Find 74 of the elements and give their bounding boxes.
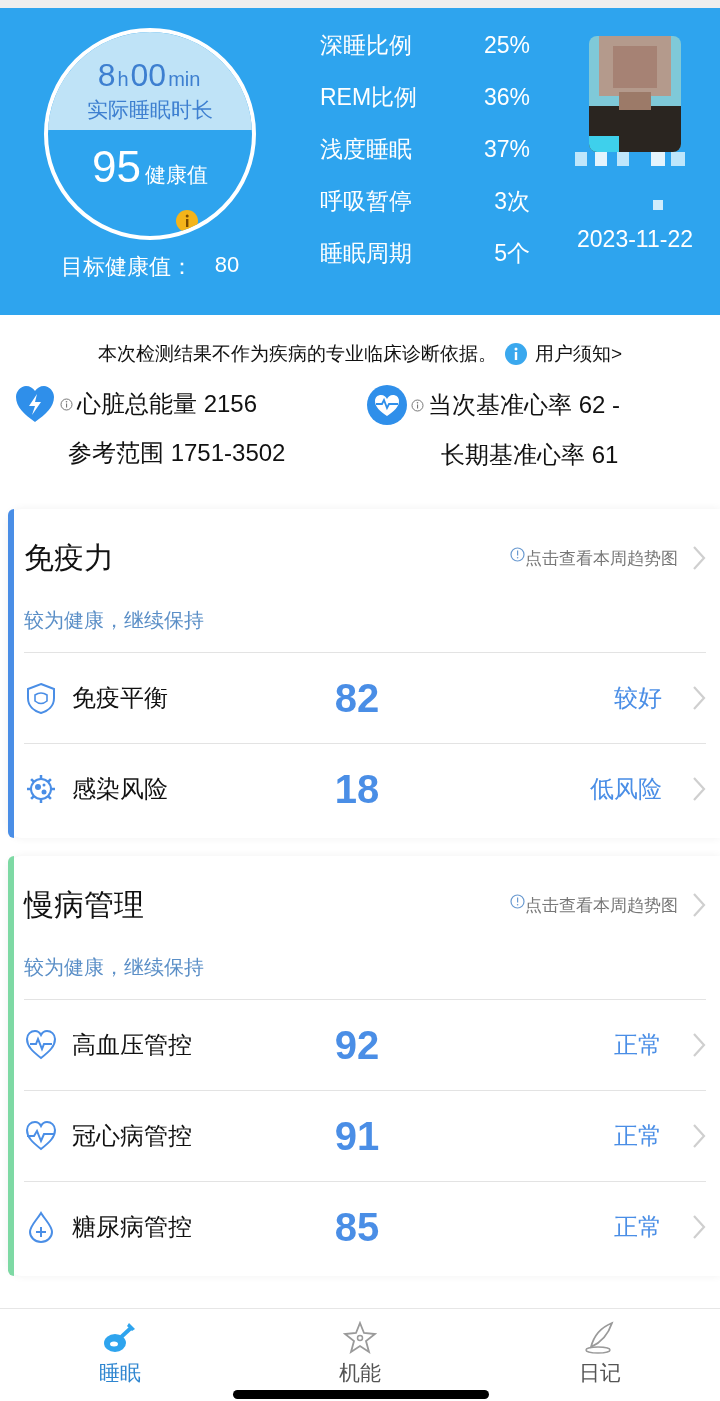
heart-pulse-icon — [24, 1119, 58, 1153]
metric-status: 正常 — [613, 1212, 662, 1242]
metric-name: 免疫平衡 — [72, 683, 169, 713]
info-icon — [510, 546, 525, 562]
target-label: 目标健康值： — [60, 253, 193, 281]
duration-number: 00 — [130, 57, 167, 94]
card-summary: 较为健康，继续保持 — [24, 608, 205, 633]
metric-name: 高血压管控 — [72, 1030, 193, 1060]
chevron-right-icon — [692, 1214, 706, 1240]
duration-unit: min — [168, 68, 201, 91]
stat-label: 睡眠周期 — [320, 239, 412, 268]
metric-row[interactable]: 免疫平衡 82 较好 — [24, 652, 706, 743]
guitar-icon — [102, 1321, 138, 1355]
heart-metric-text: 长期基准心率 61 — [440, 440, 620, 470]
trend-link[interactable]: 点击查看本周趋势图 — [510, 893, 678, 917]
metric-score: 92 — [333, 1022, 381, 1068]
metric-score: 82 — [333, 675, 381, 721]
health-score: 95 — [92, 142, 141, 192]
metric-row[interactable]: 糖尿病管控 85 正常 — [24, 1181, 706, 1272]
stat-value: 3次 — [493, 187, 530, 216]
nav-tab[interactable]: 机能 — [240, 1309, 480, 1401]
stat-value: 36% — [482, 84, 530, 111]
metric-status: 正常 — [613, 1121, 662, 1151]
target-value: 80 — [214, 252, 240, 279]
stat-value: 5个 — [493, 239, 530, 268]
heart-metric-text: 心脏总能量 2156 — [77, 389, 258, 419]
metric-name: 糖尿病管控 — [72, 1212, 193, 1242]
heart-metric-text: 当次基准心率 62 - — [428, 390, 621, 420]
heart-pulse-icon — [24, 1028, 58, 1062]
report-date: 2023-11-22 — [577, 226, 693, 253]
metric-name: 感染风险 — [72, 774, 169, 804]
metric-score: 85 — [333, 1204, 381, 1250]
disclaimer-text: 本次检测结果不作为疾病的专业临床诊断依据。 — [97, 342, 497, 366]
star-icon — [343, 1321, 377, 1355]
duration-unit: h — [117, 68, 129, 91]
card-title: 免疫力 — [24, 539, 115, 576]
duration-number: 8 — [97, 57, 116, 94]
info-icon — [510, 893, 525, 909]
virus-icon — [24, 772, 58, 806]
stat-value: 37% — [482, 136, 530, 163]
chevron-right-icon — [692, 892, 706, 918]
chevron-right-icon — [692, 685, 706, 711]
metric-row[interactable]: 高血压管控 92 正常 — [24, 999, 706, 1090]
shield-icon — [24, 681, 58, 715]
metric-row[interactable]: 冠心病管控 91 正常 — [24, 1090, 706, 1181]
stat-label: 浅度睡眠 — [320, 135, 412, 164]
trend-link[interactable]: 点击查看本周趋势图 — [510, 546, 678, 570]
stat-value: 25% — [482, 32, 530, 59]
chevron-right-icon — [692, 776, 706, 802]
heart-metric-text: 参考范围 1751-3502 — [67, 438, 287, 468]
health-score-label: 健康值 — [144, 162, 208, 188]
stat-label: REM比例 — [320, 83, 418, 112]
metric-score: 91 — [333, 1113, 381, 1159]
nav-tab[interactable]: 日记 — [480, 1309, 720, 1401]
chevron-right-icon — [692, 1123, 706, 1149]
stat-label: 深睡比例 — [320, 31, 412, 60]
card-title: 慢病管理 — [24, 886, 145, 923]
card-summary: 较为健康，继续保持 — [24, 955, 205, 980]
heart-bolt-icon — [14, 385, 56, 423]
duration-label: 实际睡眠时长 — [87, 97, 213, 123]
info-icon — [60, 397, 73, 411]
chevron-right-icon — [692, 545, 706, 571]
user-notice-link[interactable]: 用户须知> — [534, 341, 623, 367]
info-icon — [411, 398, 424, 412]
chevron-right-icon — [692, 1032, 706, 1058]
metric-status: 较好 — [613, 683, 662, 713]
metric-row[interactable]: 感染风险 18 低风险 — [24, 743, 706, 834]
metric-status: 低风险 — [589, 774, 662, 804]
metric-status: 正常 — [613, 1030, 662, 1060]
metric-name: 冠心病管控 — [72, 1121, 193, 1151]
stat-label: 呼吸暂停 — [320, 187, 412, 216]
metric-score: 18 — [333, 766, 381, 812]
heart-rate-icon — [367, 385, 407, 425]
info-icon[interactable] — [176, 210, 198, 232]
